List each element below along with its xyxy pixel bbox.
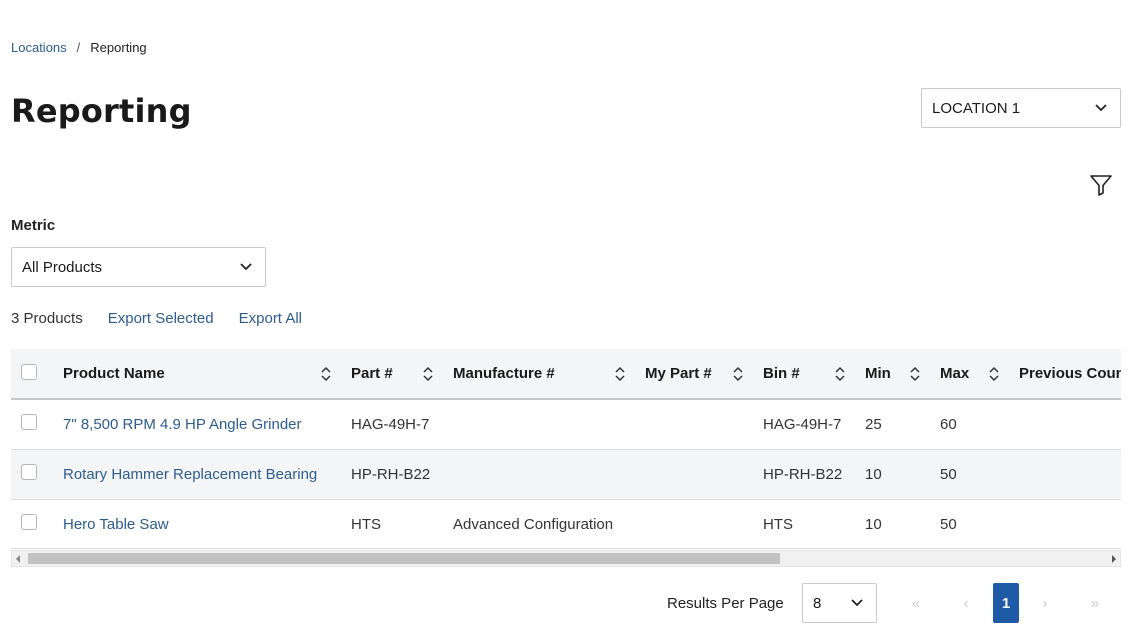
column-label: Previous Count [1019, 365, 1121, 382]
product-name-link[interactable]: Hero Table Saw [53, 499, 341, 548]
table-toolbar: 3 Products Export Selected Export All [11, 310, 302, 327]
scroll-left-arrow-icon[interactable] [16, 555, 20, 563]
sort-icon[interactable] [615, 366, 625, 382]
row-checkbox[interactable] [21, 514, 37, 530]
bin-number-cell: HP-RH-B22 [763, 465, 843, 483]
row-select-cell [11, 449, 53, 499]
column-label: Max [940, 365, 970, 382]
current-page-button[interactable]: 1 [993, 583, 1019, 623]
row-checkbox[interactable] [21, 464, 37, 480]
product-name-link[interactable]: 7" 8,500 RPM 4.9 HP Angle Grinder [53, 399, 341, 449]
products-table: Product Name Part # Manufacture # My Par… [11, 349, 1121, 548]
export-all-link[interactable]: Export All [239, 310, 302, 327]
bin-number-cell: HAG-49H-7 [763, 415, 842, 433]
next-page-button[interactable]: › [1035, 583, 1055, 623]
table-header-row: Product Name Part # Manufacture # My Par… [11, 349, 1121, 399]
first-page-button[interactable]: « [906, 583, 926, 623]
my-part-number-cell [635, 449, 753, 499]
chevron-down-icon [239, 260, 253, 274]
table-row: Hero Table Saw HTS Advanced Configuratio… [11, 499, 1121, 548]
column-label: My Part # [645, 365, 712, 382]
row-select-cell [11, 499, 53, 548]
min-cell: 10 [865, 515, 882, 533]
min-cell: 10 [865, 465, 882, 483]
my-part-number-cell [635, 399, 753, 449]
manufacture-number-cell [443, 449, 635, 499]
export-selected-link[interactable]: Export Selected [108, 310, 214, 327]
column-header-part[interactable]: Part # [341, 349, 443, 399]
sort-icon[interactable] [423, 366, 433, 382]
min-cell: 25 [865, 415, 882, 433]
scroll-right-arrow-icon[interactable] [1112, 555, 1116, 563]
scrollbar-thumb[interactable] [28, 553, 780, 564]
page-title: Reporting [11, 92, 192, 130]
chevron-down-icon [1094, 101, 1108, 115]
sort-icon[interactable] [989, 366, 999, 382]
product-count: 3 Products [11, 310, 83, 327]
table-row: Rotary Hammer Replacement Bearing HP-RH-… [11, 449, 1121, 499]
part-number-cell: HAG-49H-7 [351, 415, 430, 433]
results-per-page-value: 8 [813, 594, 822, 612]
bin-number-cell: HTS [763, 515, 793, 533]
breadcrumb-locations-link[interactable]: Locations [11, 40, 67, 55]
select-all-checkbox[interactable] [21, 363, 37, 380]
location-select[interactable]: LOCATION 1 [921, 88, 1121, 128]
row-checkbox[interactable] [21, 414, 37, 431]
table-row: 7" 8,500 RPM 4.9 HP Angle Grinder HAG-49… [11, 399, 1121, 449]
location-select-value: LOCATION 1 [932, 99, 1021, 117]
column-label: Manufacture # [453, 365, 555, 382]
previous-count-cell [1009, 399, 1121, 449]
previous-count-cell [1009, 449, 1121, 499]
column-label: Bin # [763, 365, 800, 382]
row-select-cell [11, 399, 53, 449]
filter-icon[interactable] [1088, 172, 1114, 198]
part-number-cell: HP-RH-B22 [351, 465, 431, 483]
column-header-min[interactable]: Min [855, 349, 930, 399]
results-per-page-label: Results Per Page [667, 595, 784, 612]
column-header-previous-count[interactable]: Previous Count [1009, 349, 1121, 399]
manufacture-number-cell [443, 399, 635, 449]
manufacture-number-cell: Advanced Configuration [453, 515, 614, 533]
breadcrumb-current: Reporting [90, 40, 147, 55]
my-part-number-cell [635, 499, 753, 548]
last-page-button[interactable]: » [1085, 583, 1105, 623]
results-per-page-select[interactable]: 8 [802, 583, 877, 623]
previous-page-button[interactable]: ‹ [956, 583, 976, 623]
breadcrumb-separator: / [76, 40, 81, 55]
metric-select[interactable]: All Products [11, 247, 266, 287]
column-header-product-name[interactable]: Product Name [53, 349, 341, 399]
column-label: Product Name [63, 365, 165, 382]
column-header-my-part[interactable]: My Part # [635, 349, 753, 399]
column-header-bin[interactable]: Bin # [753, 349, 855, 399]
breadcrumb: Locations / Reporting [11, 40, 147, 55]
part-number-cell: HTS [351, 515, 381, 533]
max-cell: 50 [940, 515, 957, 533]
column-header-max[interactable]: Max [930, 349, 1009, 399]
column-label: Part # [351, 365, 393, 382]
product-name-link[interactable]: Rotary Hammer Replacement Bearing [53, 449, 341, 499]
column-label: Min [865, 365, 891, 382]
sort-icon[interactable] [910, 366, 920, 382]
previous-count-cell [1009, 499, 1121, 548]
chevron-down-icon [850, 596, 864, 610]
sort-icon[interactable] [733, 366, 743, 382]
sort-icon[interactable] [835, 366, 845, 382]
metric-label: Metric [11, 217, 56, 234]
max-cell: 60 [940, 415, 957, 433]
horizontal-scrollbar[interactable] [11, 550, 1121, 567]
select-all-cell [11, 349, 53, 399]
metric-select-value: All Products [22, 258, 103, 276]
max-cell: 50 [940, 465, 957, 483]
products-table-container: Product Name Part # Manufacture # My Par… [11, 349, 1121, 549]
column-header-manufacture[interactable]: Manufacture # [443, 349, 635, 399]
sort-icon[interactable] [321, 366, 331, 382]
